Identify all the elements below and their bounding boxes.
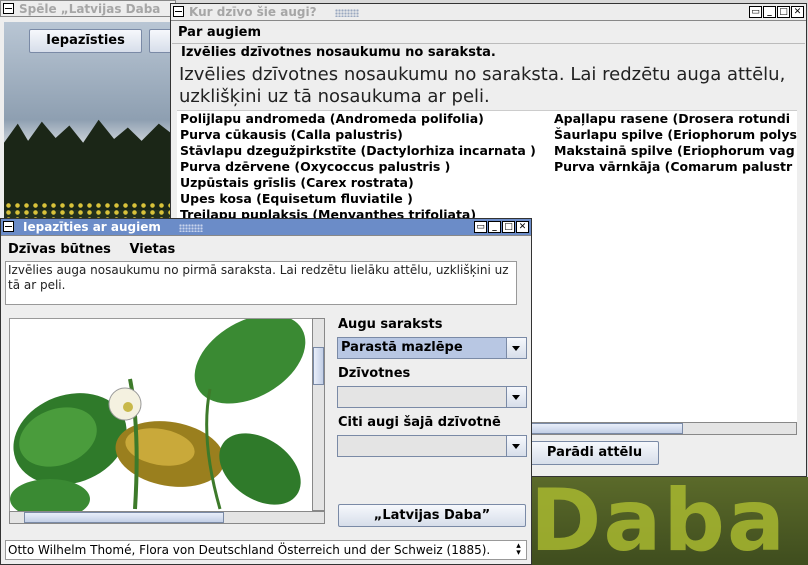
habitats-select[interactable] — [337, 386, 527, 408]
chevron-down-icon[interactable] — [506, 338, 526, 358]
habitats-label: Dzīvotnes — [338, 366, 411, 381]
latvijas-daba-button[interactable]: „Latvijas Daba” — [338, 504, 526, 527]
plant-list-item[interactable]: Stāvlapu dzegužpirkstīte (Dactylorhiza i… — [180, 143, 536, 159]
restore-icon[interactable]: ▭ — [749, 6, 762, 18]
hint-small: Izvēlies dzīvotnes nosaukumu no saraksta… — [181, 45, 496, 60]
illustration-hscrollbar[interactable] — [9, 511, 325, 524]
watermark-area: Daba — [530, 477, 808, 565]
intro-window-title: Iepazīties ar augiem — [23, 220, 161, 234]
intro-window-menubar: Dzīvas būtnes Vietas — [2, 240, 530, 260]
hscroll-thumb[interactable] — [24, 512, 224, 523]
game-window-titlebar[interactable]: Spēle „Latvijas Daba — [0, 0, 176, 17]
maximize-icon[interactable]: □ — [777, 6, 790, 18]
titlebar-grip — [335, 9, 359, 17]
other-plants-label: Citi augi šajā dzīvotnē — [338, 415, 501, 430]
intro-window-titlebar[interactable]: Iepazīties ar augiem ▭ _ □ ✕ — [1, 219, 531, 236]
window-menu-icon[interactable] — [3, 221, 14, 232]
caption-field: Otto Wilhelm Thomé, Flora von Deutschlan… — [5, 540, 527, 560]
plant-list-item[interactable]: Uzpūstais grīslis (Carex rostrata) — [180, 175, 536, 191]
tree-line — [4, 119, 176, 210]
instructions-text: Izvēlies auga nosaukumu no pirmā sarakst… — [5, 261, 517, 305]
plant-list-item[interactable]: Upes kosa (Equisetum fluviatile ) — [180, 191, 536, 207]
close-icon[interactable]: ✕ — [791, 6, 804, 18]
plant-list-selected: Parastā mazlēpe — [341, 340, 463, 355]
window-menu-icon[interactable] — [173, 6, 184, 17]
recognize-button[interactable]: Iepazīsties — [29, 29, 142, 53]
hint-large: Izvēlies dzīvotnes nosaukumu no saraksta… — [179, 64, 786, 107]
plant-list-right[interactable]: Apaļlapu rasene (Drosera rotundi Šaurlapu… — [554, 111, 797, 175]
plant-list-item[interactable]: Purva vārnkāja (Comarum palustr — [554, 159, 797, 175]
window-controls: ▭ _ □ ✕ — [474, 221, 529, 233]
plant-list-left[interactable]: Polijlapu andromeda (Andromeda polifolia… — [180, 111, 536, 223]
plant-list-item[interactable]: Šaurlapu spilve (Eriophorum polys — [554, 127, 797, 143]
plant-list-item[interactable]: Polijlapu andromeda (Andromeda polifolia… — [180, 111, 536, 127]
habitats-selected — [338, 387, 506, 407]
illustration-vscrollbar[interactable] — [312, 318, 325, 511]
calla-plant-image — [10, 319, 306, 511]
chevron-down-icon[interactable] — [506, 387, 526, 407]
plants-window-titlebar[interactable]: Kur dzīvo šie augi? ▭ _ □ ✕ — [171, 4, 806, 21]
menu-places[interactable]: Vietas — [129, 242, 175, 257]
maximize-icon[interactable]: □ — [502, 221, 515, 233]
titlebar-grip — [179, 224, 203, 232]
hscroll-thumb[interactable] — [518, 423, 683, 434]
restore-icon[interactable]: ▭ — [474, 221, 487, 233]
plants-window-menubar: Par augiem — [172, 23, 805, 44]
menu-living-beings[interactable]: Dzīvas būtnes — [8, 242, 111, 257]
plant-list-item[interactable]: Purva cūkausis (Calla palustris) — [180, 127, 536, 143]
other-plants-select[interactable] — [337, 435, 527, 457]
minimize-icon[interactable]: _ — [763, 6, 776, 18]
image-caption: Otto Wilhelm Thomé, Flora von Deutschlan… — [8, 543, 491, 557]
plant-list-select[interactable]: Parastā mazlēpe — [337, 337, 527, 359]
plants-intro-window: Iepazīties ar augiem ▭ _ □ ✕ Dzīvas būtn… — [0, 218, 532, 565]
menu-about-plants[interactable]: Par augiem — [178, 25, 261, 40]
minimize-icon[interactable]: _ — [488, 221, 501, 233]
other-plants-selected — [338, 436, 506, 456]
show-image-button[interactable]: Parādi attēlu — [530, 441, 659, 465]
plant-list-label: Augu saraksts — [338, 317, 443, 332]
vscroll-thumb[interactable] — [313, 347, 324, 385]
watermark-text: Daba — [530, 477, 788, 565]
plant-list-item[interactable]: Makstainā spilve (Eriophorum vag — [554, 143, 797, 159]
plant-list-item[interactable]: Apaļlapu rasene (Drosera rotundi — [554, 111, 797, 127]
window-menu-icon[interactable] — [3, 3, 14, 14]
window-controls: ▭ _ □ ✕ — [749, 6, 804, 18]
plant-illustration[interactable] — [9, 318, 313, 512]
close-icon[interactable]: ✕ — [516, 221, 529, 233]
plants-window-title: Kur dzīvo šie augi? — [189, 5, 317, 19]
game-window-title: Spēle „Latvijas Daba — [19, 2, 161, 16]
chevron-down-icon[interactable] — [506, 436, 526, 456]
caption-scroll-icon[interactable]: ▴ ▾ — [513, 542, 524, 558]
plant-list-item[interactable]: Purva dzērvene (Oxycoccus palustris ) — [180, 159, 536, 175]
